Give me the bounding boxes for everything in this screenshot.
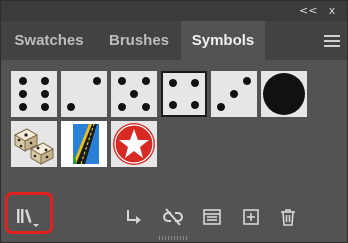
star-badge-icon (113, 123, 155, 165)
place-arrow-icon[interactable] (123, 207, 143, 227)
symbol-dice-six[interactable] (11, 71, 57, 117)
library-books-icon[interactable] (15, 206, 43, 228)
dice-five-icon (118, 77, 150, 111)
dice-two-icon (67, 77, 101, 111)
symbol-dice-four[interactable] (161, 71, 207, 117)
new-symbol-icon[interactable] (241, 207, 261, 227)
hamburger-menu-icon[interactable] (324, 35, 340, 47)
close-panel-button[interactable]: x (323, 1, 341, 21)
black-circle-icon (263, 73, 305, 115)
panel-tab-bar: Swatches Brushes Symbols (1, 21, 347, 60)
symbol-dice-two[interactable] (61, 71, 107, 117)
broken-link-icon[interactable] (163, 207, 183, 227)
symbol-dice-three[interactable] (211, 71, 257, 117)
trash-icon[interactable] (278, 207, 298, 227)
symbol-star-badge[interactable] (111, 121, 157, 167)
dice-three-icon (217, 77, 251, 111)
dice-four-icon (169, 79, 199, 109)
dice-pair-icon (13, 128, 55, 165)
symbol-dice-pair[interactable] (11, 121, 57, 167)
panel-title-bar[interactable]: << x (1, 1, 347, 21)
resize-grip[interactable] (159, 236, 189, 240)
symbol-road[interactable] (61, 121, 107, 167)
symbol-dice-five[interactable] (111, 71, 157, 117)
symbol-black-circle[interactable] (261, 71, 307, 117)
tab-symbols[interactable]: Symbols (181, 21, 265, 60)
symbol-options-icon[interactable] (202, 207, 222, 227)
dice-six-icon (19, 77, 49, 111)
tab-brushes[interactable]: Brushes (97, 21, 181, 60)
collapse-panel-button[interactable]: << (299, 1, 317, 21)
tab-swatches[interactable]: Swatches (1, 21, 97, 60)
road-icon (73, 123, 99, 165)
symbols-panel: << x Swatches Brushes Symbols (0, 0, 348, 243)
